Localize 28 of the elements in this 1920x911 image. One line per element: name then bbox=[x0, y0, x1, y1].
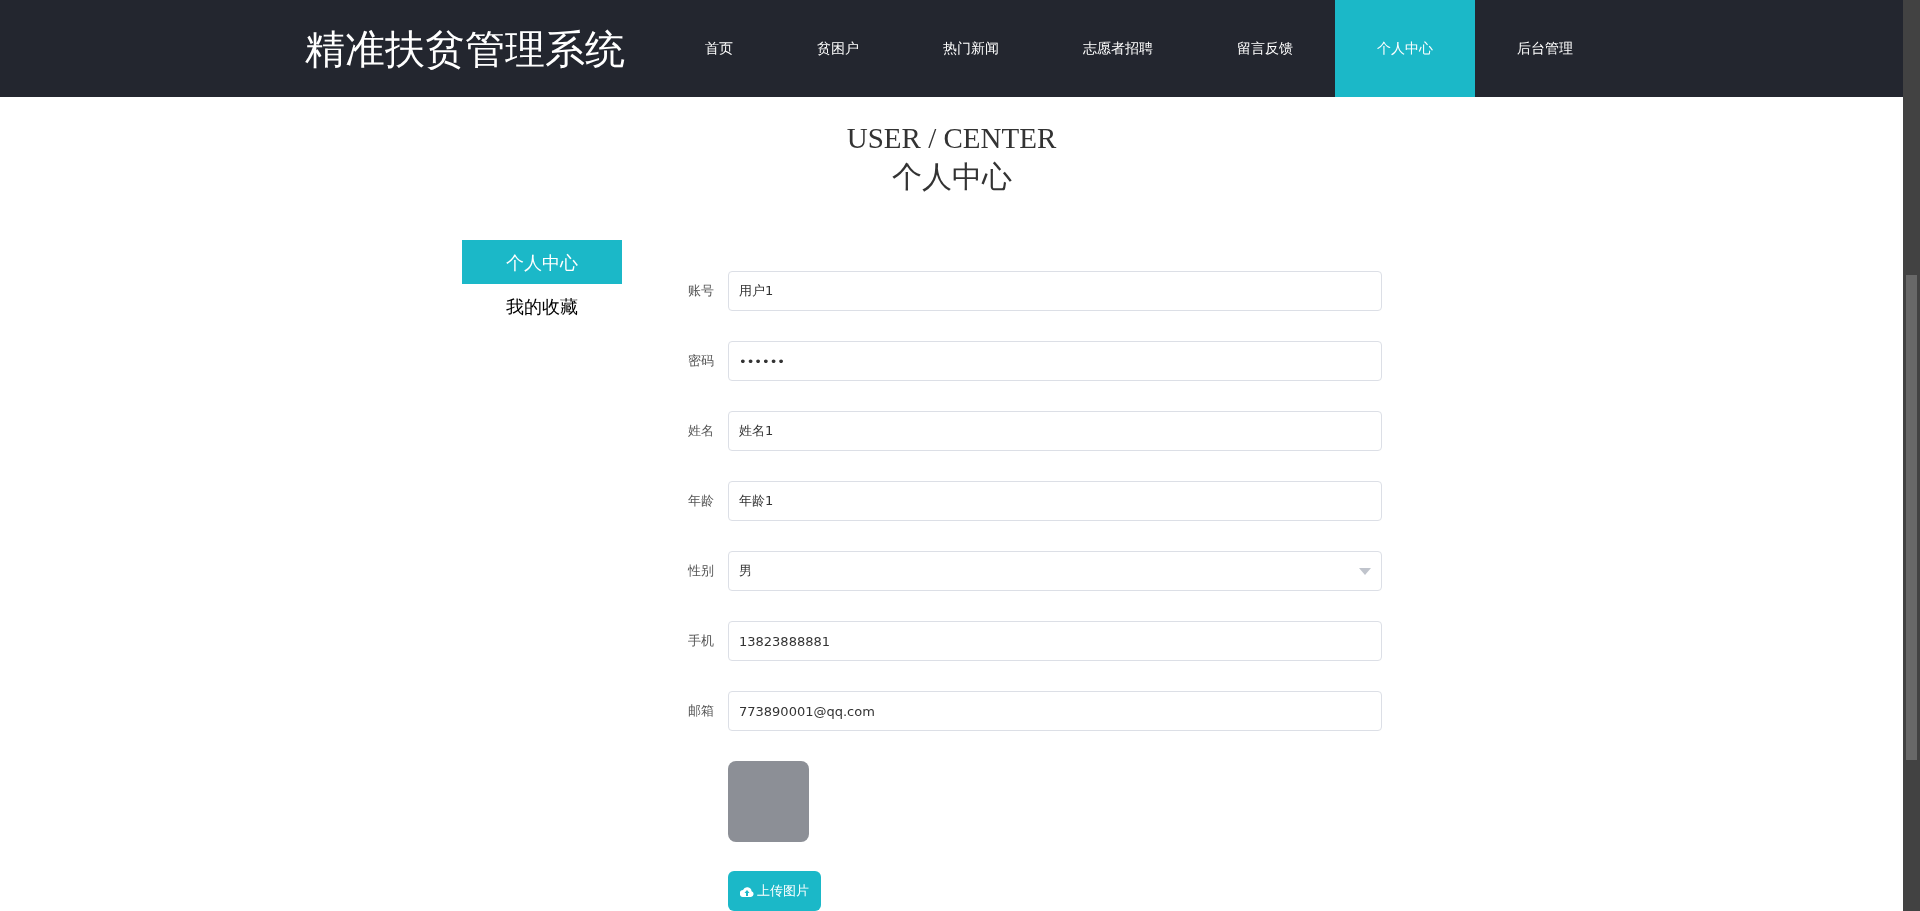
scrollbar[interactable] bbox=[1903, 0, 1920, 911]
cloud-upload-icon bbox=[740, 885, 754, 897]
input-field[interactable]: 773890001@qq.com bbox=[728, 691, 1382, 731]
input-field[interactable]: 13823888881 bbox=[728, 621, 1382, 661]
nav-link[interactable]: 后台管理 bbox=[1475, 0, 1615, 97]
password-field[interactable]: •••••• bbox=[728, 341, 1382, 381]
nav-link[interactable]: 首页 bbox=[663, 0, 775, 97]
site-title: 精准扶贫管理系统 bbox=[305, 24, 625, 74]
nav-link[interactable]: 志愿者招聘 bbox=[1041, 0, 1195, 97]
field-label: 年龄 bbox=[688, 492, 715, 511]
nav-link[interactable]: 热门新闻 bbox=[901, 0, 1041, 97]
field-label: 性别 bbox=[688, 562, 715, 581]
input-field[interactable]: 年龄1 bbox=[728, 481, 1382, 521]
field-label: 账号 bbox=[688, 282, 715, 301]
field-label: 手机 bbox=[688, 632, 715, 651]
field-label: 姓名 bbox=[688, 422, 715, 441]
scrollbar-thumb[interactable] bbox=[1906, 275, 1917, 760]
caret-icon bbox=[1359, 567, 1371, 575]
field-label: 密码 bbox=[688, 352, 715, 371]
nav-link[interactable]: 留言反馈 bbox=[1195, 0, 1335, 97]
nav-link[interactable]: 贫困户 bbox=[775, 0, 901, 97]
input-field[interactable]: 姓名1 bbox=[728, 411, 1382, 451]
sidebar-item[interactable]: 我的收藏 bbox=[462, 284, 622, 328]
input-field[interactable]: 用户1 bbox=[728, 271, 1382, 311]
field-label: 邮箱 bbox=[688, 702, 715, 721]
section-title-english: USER / CENTER bbox=[846, 121, 1057, 156]
section-title: 个人中心 bbox=[891, 159, 1012, 195]
gender-select[interactable]: 男 bbox=[728, 551, 1382, 591]
